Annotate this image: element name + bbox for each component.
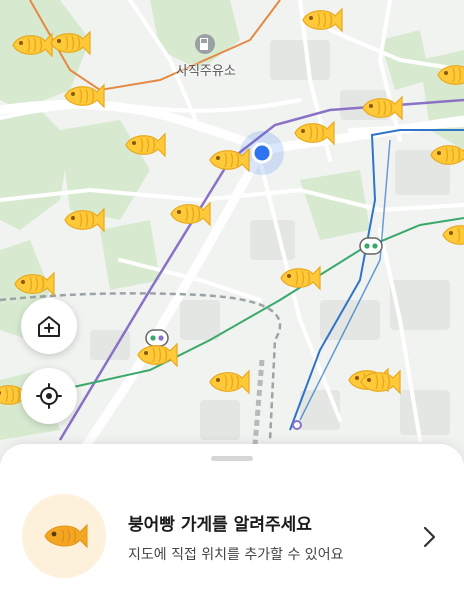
crosshair-locate-icon bbox=[36, 383, 62, 409]
fish-bread-icon-circle bbox=[22, 494, 106, 578]
card-subtitle: 지도에 직접 위치를 추가할 수 있어요 bbox=[128, 547, 344, 563]
gas-station-icon bbox=[195, 34, 215, 54]
fish-bread-icon bbox=[44, 523, 88, 549]
poi-label-gas-station: 사직주유소 bbox=[176, 64, 236, 79]
subway-station-marker bbox=[145, 329, 169, 347]
suggest-store-card[interactable]: 붕어빵 가게를 알려주세요 지도에 직접 위치를 추가할 수 있어요 bbox=[0, 488, 464, 584]
current-location-button[interactable] bbox=[21, 368, 77, 424]
sheet-drag-handle[interactable] bbox=[211, 456, 253, 461]
chevron-right-icon[interactable] bbox=[420, 524, 440, 550]
bottom-sheet[interactable]: 붕어빵 가게를 알려주세요 지도에 직접 위치를 추가할 수 있어요 bbox=[0, 444, 464, 600]
add-home-button[interactable] bbox=[21, 298, 77, 354]
subway-station-marker bbox=[359, 237, 383, 255]
card-title: 붕어빵 가게를 알려주세요 bbox=[128, 515, 312, 535]
station-dot bbox=[292, 420, 302, 430]
home-plus-icon bbox=[38, 316, 60, 337]
